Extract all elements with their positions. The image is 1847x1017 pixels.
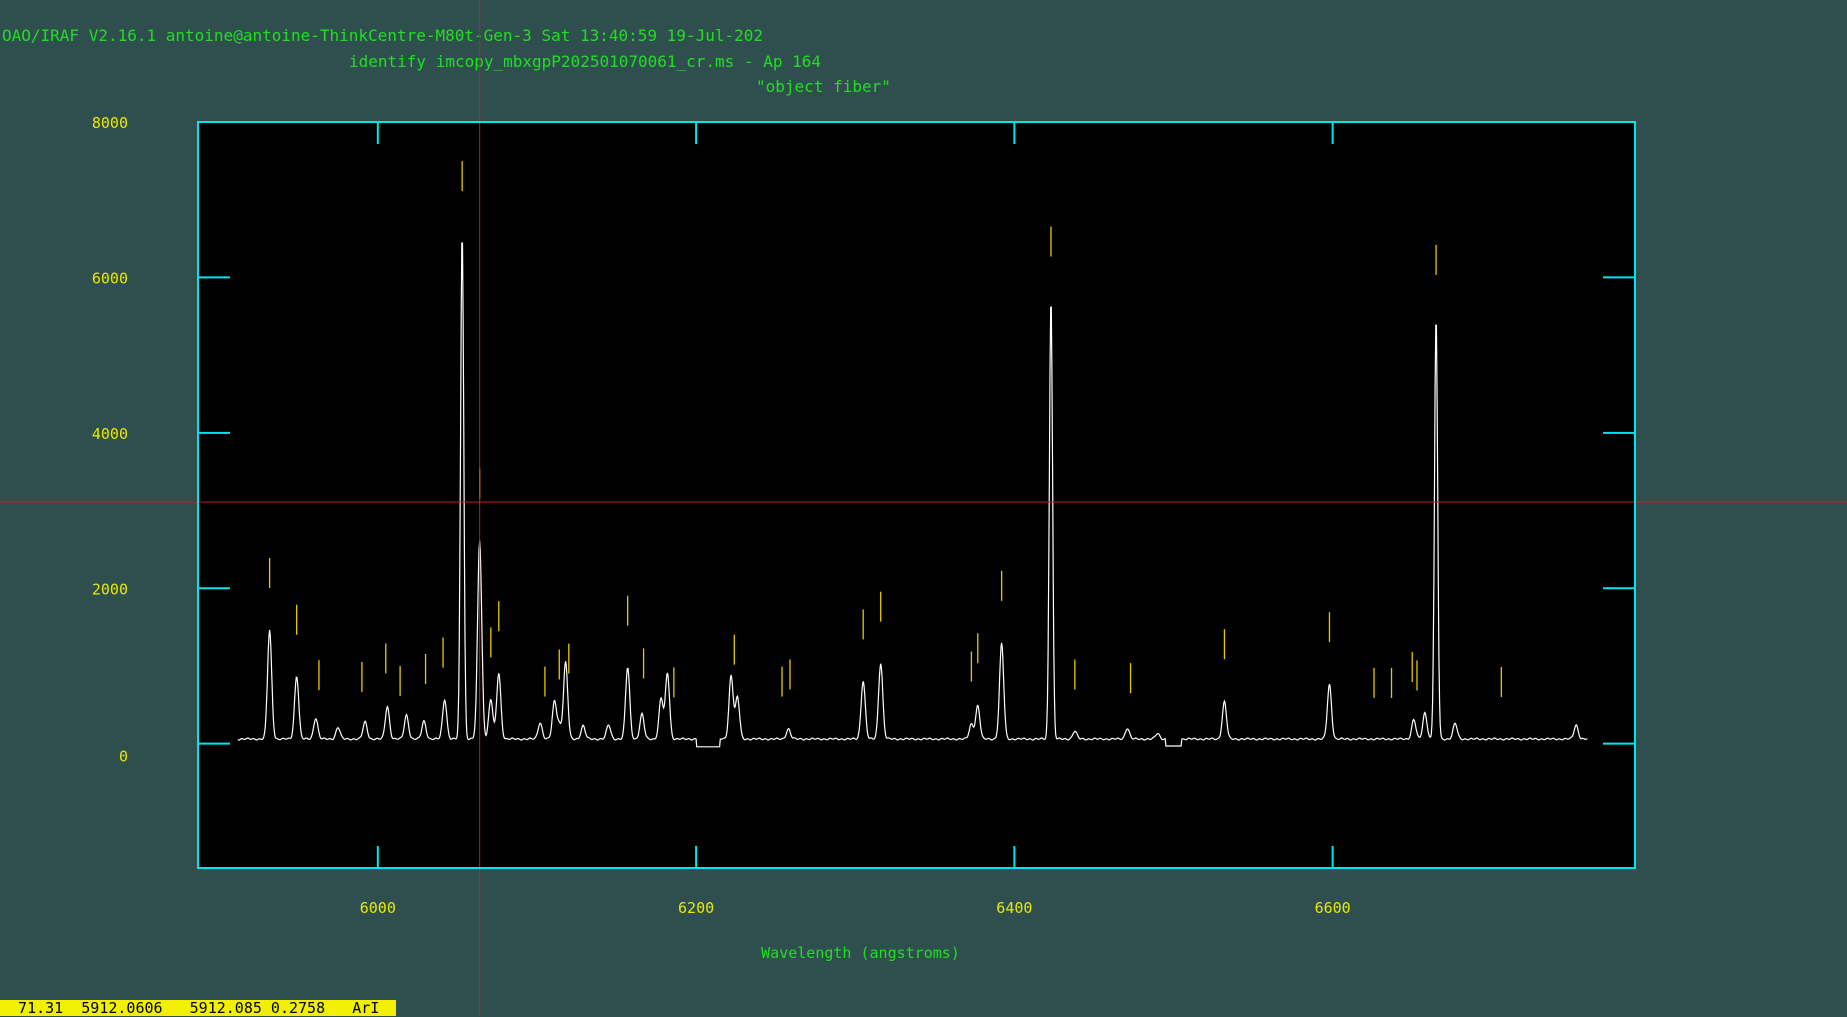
y-tick-label-3: 6000 xyxy=(92,269,128,287)
status-bar: 71.31 5912.0606 5912.085 0.2758 ArI xyxy=(0,1000,396,1016)
y-tick-label-1: 2000 xyxy=(92,580,128,598)
x-tick-label-0: 6000 xyxy=(360,899,396,917)
y-tick-label-4: 8000 xyxy=(92,114,128,132)
plot-area xyxy=(198,122,1635,868)
y-tick-label-0: 0 xyxy=(119,748,128,766)
spectrum-plot[interactable]: 6000 6200 6400 6600 0 2000 4000 6000 8000 Wavele… xyxy=(0,0,1847,1016)
x-tick-label-3: 6600 xyxy=(1315,899,1351,917)
x-tick-label-1: 6200 xyxy=(678,899,714,917)
x-axis-label: Wavelength (angstroms) xyxy=(761,944,960,962)
y-tick-label-2: 4000 xyxy=(92,425,128,443)
x-tick-label-2: 6400 xyxy=(996,899,1032,917)
